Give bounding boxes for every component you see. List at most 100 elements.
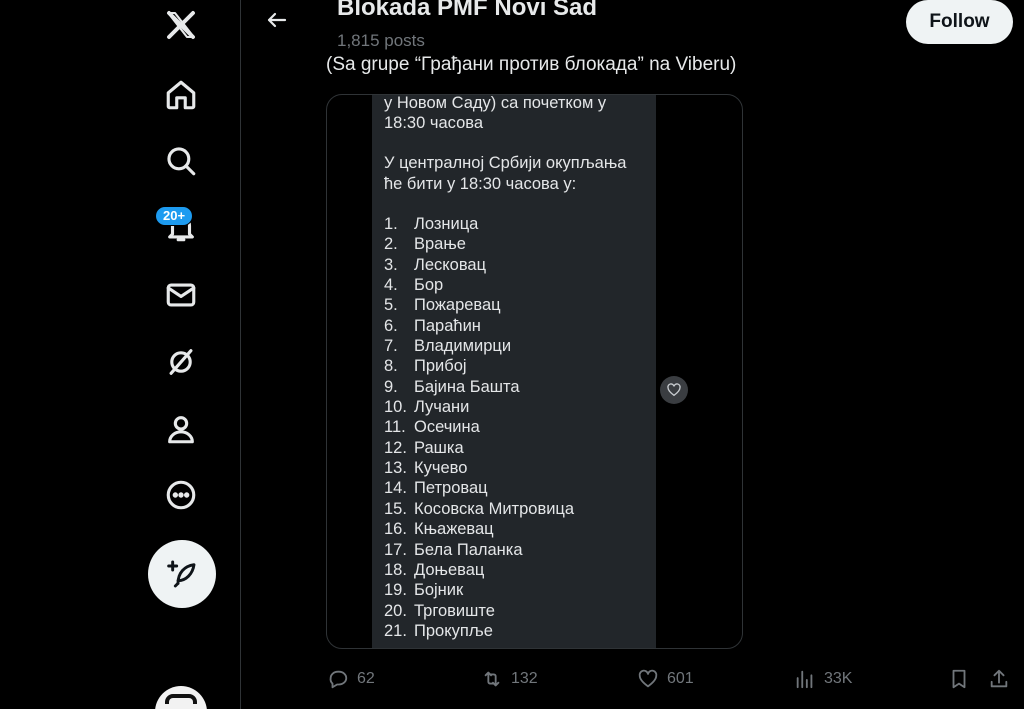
share-icon	[990, 669, 1008, 688]
retweet-icon	[484, 671, 500, 687]
city-list-item: 2. Врање	[384, 234, 574, 254]
city-name: Пожаревац	[414, 296, 501, 315]
views-button[interactable]: 33K	[794, 666, 852, 692]
city-list-item: 16. Књажевац	[384, 519, 574, 539]
media-text-line: 18:30 часова	[384, 114, 484, 132]
city-name: Рашка	[414, 438, 464, 457]
city-number: 20.	[384, 601, 407, 620]
grok-icon[interactable]	[156, 337, 206, 387]
city-number: 18.	[384, 560, 407, 579]
city-number: 5.	[384, 296, 398, 315]
media-text-line: ће бити у 18:30 часова у:	[384, 175, 577, 193]
city-list-item: 7. Владимирци	[384, 336, 574, 356]
city-list-item: 3. Лесковац	[384, 255, 574, 275]
post-count: 1,815 posts	[337, 31, 425, 50]
city-list-item: 8. Прибој	[384, 356, 574, 376]
notification-badge: 20+	[155, 206, 194, 226]
city-list-item: 1. Лозница	[384, 214, 574, 234]
city-list-item: 11. Осечина	[384, 417, 574, 437]
city-number: 16.	[384, 520, 407, 539]
reply-count: 62	[357, 670, 375, 687]
retweet-button[interactable]: 132	[481, 666, 538, 692]
compose-button[interactable]	[148, 540, 216, 608]
city-name: Трговиште	[414, 601, 495, 620]
arrow-left-icon	[267, 12, 287, 28]
city-name: Књажевац	[414, 520, 494, 539]
city-name: Бела Паланка	[414, 540, 523, 559]
city-number: 12.	[384, 438, 407, 457]
city-number: 17.	[384, 540, 407, 559]
x-logo-icon[interactable]	[156, 0, 206, 50]
bookmark-icon	[952, 669, 966, 689]
city-list-item: 13. Кучево	[384, 458, 574, 478]
city-number: 6.	[384, 316, 398, 335]
home-icon[interactable]	[156, 70, 206, 120]
avatar[interactable]	[155, 686, 207, 709]
city-list: 1. Лозница 2. Врање 3. Лесковац 4. Бор 5. Пожарев…	[384, 214, 574, 641]
retweet-count: 132	[511, 670, 538, 687]
sidebar: 20+	[0, 0, 241, 709]
city-number: 15.	[384, 499, 407, 518]
heart-icon	[667, 383, 681, 397]
city-name: Бајина Башта	[414, 377, 520, 396]
page-header: Blokada PMF Novi Sad 1,815 posts Follow	[241, 0, 1024, 58]
profile-icon[interactable]	[156, 404, 206, 454]
like-button[interactable]: 601	[637, 666, 694, 692]
back-button[interactable]	[261, 4, 293, 36]
city-number: 19.	[384, 581, 407, 600]
compose-icon	[167, 560, 196, 588]
city-number: 7.	[384, 337, 398, 356]
mail-icon[interactable]	[156, 270, 206, 320]
city-number: 3.	[384, 255, 398, 274]
city-list-item: 14. Петровац	[384, 478, 574, 498]
city-list-item: 9. Бајина Башта	[384, 377, 574, 397]
city-name: Петровац	[414, 479, 488, 498]
city-list-item: 4. Бор	[384, 275, 574, 295]
analytics-icon	[796, 670, 813, 689]
city-name: Прокупље	[414, 621, 493, 640]
reply-icon	[329, 670, 348, 689]
media-text-line: у Новом Саду) са почетком у	[384, 94, 607, 112]
page-title: Blokada PMF Novi Sad	[337, 0, 598, 21]
city-list-item: 5. Пожаревац	[384, 295, 574, 315]
city-list-item: 10. Лучани	[384, 397, 574, 417]
tweet-media[interactable]: у Новом Саду) са почетком у 18:30 часова…	[326, 94, 743, 649]
city-list-item: 15. Косовска Митровица	[384, 499, 574, 519]
city-list-item: 21. Прокупље	[384, 621, 574, 641]
city-name: Параћин	[414, 316, 481, 335]
city-name: Косовска Митровица	[414, 499, 575, 518]
city-list-item: 12. Рашка	[384, 438, 574, 458]
heart-icon	[638, 669, 658, 688]
city-number: 2.	[384, 235, 398, 254]
bookmark-button[interactable]	[948, 666, 970, 692]
city-list-item: 19. Бојник	[384, 580, 574, 600]
city-name: Осечина	[414, 418, 480, 437]
city-number: 4.	[384, 276, 398, 295]
city-name: Бор	[414, 276, 444, 295]
city-name: Врање	[414, 235, 466, 254]
city-name: Владимирци	[414, 337, 512, 356]
city-number: 14.	[384, 479, 407, 498]
city-list-item: 20. Трговиште	[384, 601, 574, 621]
city-number: 11.	[384, 418, 406, 437]
heart-overlay-button[interactable]	[660, 376, 688, 404]
city-list-item: 6. Параћин	[384, 316, 574, 336]
city-name: Лозница	[414, 215, 479, 233]
city-number: 10.	[384, 398, 407, 417]
city-list-item: 18. Доњевац	[384, 560, 574, 580]
share-button[interactable]	[988, 666, 1010, 692]
city-name: Прибој	[414, 357, 467, 376]
tweet-text: (Sa grupe “Грађани против блокада” na Vi…	[326, 54, 737, 75]
like-count: 601	[667, 670, 694, 687]
city-list-item: 17. Бела Паланка	[384, 540, 574, 560]
views-count: 33K	[824, 670, 853, 687]
media-image: у Новом Саду) са почетком у 18:30 часова…	[372, 94, 656, 648]
reply-button[interactable]: 62	[327, 666, 375, 692]
search-icon[interactable]	[156, 136, 206, 186]
city-number: 8.	[384, 357, 398, 376]
city-number: 9.	[384, 377, 398, 396]
city-name: Лучани	[414, 398, 470, 417]
follow-button[interactable]: Follow	[906, 0, 1013, 44]
more-icon[interactable]	[156, 470, 206, 520]
city-number: 13.	[384, 459, 407, 478]
